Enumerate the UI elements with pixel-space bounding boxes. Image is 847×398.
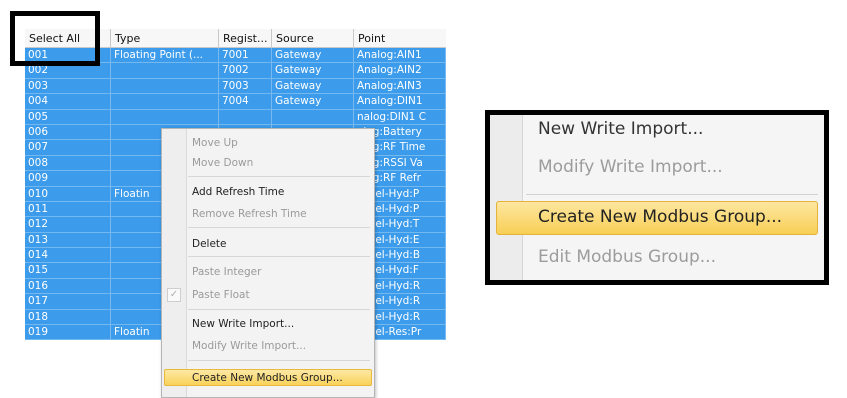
register-column-header[interactable]: Regist... — [219, 29, 272, 47]
source-cell[interactable]: Gateway — [272, 94, 354, 110]
row-id-cell[interactable]: 011 — [25, 201, 111, 217]
type-cell[interactable] — [111, 78, 219, 94]
zoom-edit-modbus-group[interactable]: Edit Modbus Group... — [538, 247, 716, 267]
source-cell[interactable]: Gateway — [272, 48, 354, 63]
zoom-menu-gutter — [490, 115, 523, 280]
row-id-cell[interactable]: 018 — [25, 309, 111, 325]
register-cell[interactable]: 7003 — [219, 78, 272, 94]
row-id-cell[interactable]: 015 — [25, 263, 111, 279]
register-cell[interactable]: 7002 — [219, 63, 272, 79]
zoom-create-new-modbus-group[interactable]: Create New Modbus Group... — [538, 207, 782, 227]
menu-separator — [188, 360, 370, 361]
menu-separator — [188, 176, 370, 177]
menu-separator — [188, 256, 370, 257]
row-id-cell[interactable]: 008 — [25, 155, 111, 171]
menu-paste-integer[interactable]: Paste Integer — [192, 263, 261, 281]
source-column-header[interactable]: Source — [272, 29, 354, 47]
row-id-cell[interactable]: 005 — [25, 109, 111, 125]
row-id-cell[interactable]: 004 — [25, 94, 111, 110]
check-icon: ✓ — [167, 288, 181, 302]
table-row[interactable]: 003 7003 Gateway Analog:AIN3 — [25, 78, 446, 95]
type-column-header[interactable]: Type — [111, 29, 219, 47]
point-cell[interactable]: Analog:AIN2 — [354, 63, 446, 79]
row-id-cell[interactable]: 006 — [25, 124, 111, 140]
row-id-cell[interactable]: 010 — [25, 186, 111, 202]
type-cell[interactable]: Floating Point (... — [111, 48, 219, 63]
menu-separator — [188, 227, 370, 228]
register-cell[interactable]: 7004 — [219, 94, 272, 110]
table-row[interactable]: 004 7004 Gateway Analog:DIN1 — [25, 94, 446, 110]
source-cell[interactable]: Gateway — [272, 63, 354, 79]
type-cell[interactable] — [111, 94, 219, 110]
point-cell[interactable]: Analog:AIN3 — [354, 78, 446, 94]
zoom-new-write-import[interactable]: New Write Import... — [538, 119, 703, 139]
point-cell[interactable]: nalog:DIN1 C — [354, 109, 446, 125]
zoomed-menu-callout: New Write Import... Modify Write Import.… — [485, 110, 829, 285]
menu-create-new-modbus-group[interactable]: Create New Modbus Group... — [192, 369, 343, 387]
register-cell[interactable] — [219, 109, 272, 125]
row-id-cell[interactable]: 016 — [25, 278, 111, 294]
menu-gutter — [162, 129, 187, 397]
menu-remove-refresh-time[interactable]: Remove Refresh Time — [192, 205, 307, 223]
row-id-cell[interactable]: 012 — [25, 217, 111, 233]
source-cell[interactable] — [272, 109, 354, 125]
menu-delete[interactable]: Delete — [192, 235, 227, 253]
row-id-cell[interactable]: 013 — [25, 232, 111, 248]
point-cell[interactable]: Analog:AIN1 — [354, 48, 446, 63]
source-cell[interactable]: Gateway — [272, 78, 354, 94]
row-id-cell[interactable]: 007 — [25, 140, 111, 156]
select-all-callout — [10, 11, 100, 66]
row-id-cell[interactable]: 014 — [25, 248, 111, 264]
type-cell[interactable] — [111, 109, 219, 125]
register-cell[interactable]: 7001 — [219, 48, 272, 63]
table-row[interactable]: 005 nalog:DIN1 C — [25, 109, 446, 125]
menu-separator — [188, 309, 370, 310]
menu-paste-float[interactable]: Paste Float — [192, 286, 250, 304]
zoom-modify-write-import[interactable]: Modify Write Import... — [538, 157, 723, 177]
menu-move-down[interactable]: Move Down — [192, 154, 253, 172]
type-cell[interactable] — [111, 63, 219, 79]
row-id-cell[interactable]: 019 — [25, 325, 111, 341]
zoom-separator — [526, 194, 818, 195]
row-id-cell[interactable]: 017 — [25, 294, 111, 310]
context-menu: Move Up Move Down Add Refresh Time Remov… — [161, 128, 375, 398]
menu-modify-write-import[interactable]: Modify Write Import... — [192, 337, 306, 355]
menu-add-refresh-time[interactable]: Add Refresh Time — [192, 183, 284, 201]
point-column-header[interactable]: Point — [354, 29, 446, 47]
row-id-cell[interactable]: 003 — [25, 78, 111, 94]
menu-new-write-import[interactable]: New Write Import... — [192, 315, 294, 333]
row-id-cell[interactable]: 009 — [25, 171, 111, 187]
menu-move-up[interactable]: Move Up — [192, 134, 238, 152]
point-cell[interactable]: Analog:DIN1 — [354, 94, 446, 110]
